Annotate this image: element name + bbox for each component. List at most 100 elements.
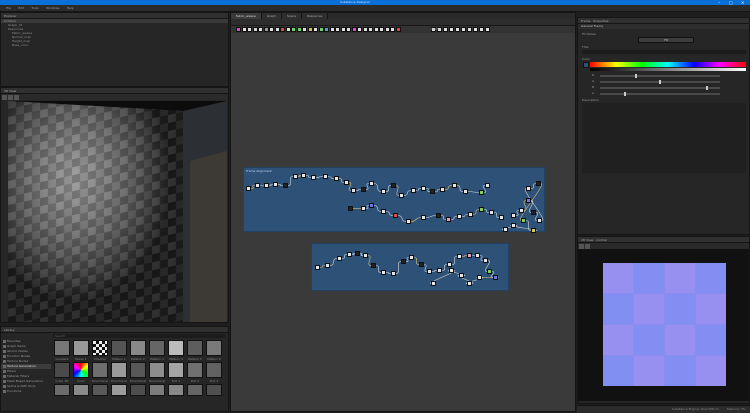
library-thumbnail[interactable] xyxy=(149,362,165,378)
node-wire xyxy=(461,255,468,257)
library-thumbnail[interactable] xyxy=(168,362,184,378)
value-bar[interactable] xyxy=(590,68,746,71)
channel-label: R xyxy=(592,73,595,77)
color-channel-rows: RGBA xyxy=(578,73,749,97)
node-wire xyxy=(385,211,394,216)
node-wire xyxy=(523,200,527,211)
node-wire xyxy=(472,209,480,215)
library-thumbnail[interactable] xyxy=(149,384,165,396)
slider-handle[interactable] xyxy=(623,92,626,96)
slider-handle[interactable] xyxy=(706,86,709,90)
library-category-label: Atomic Nodes xyxy=(7,349,28,353)
folder-icon xyxy=(3,365,6,368)
library-thumbnail[interactable] xyxy=(73,384,89,396)
slider-handle[interactable] xyxy=(635,74,638,78)
menu-edit[interactable]: Edit xyxy=(18,5,24,11)
library-category-label: Mesh Based Generators xyxy=(7,379,43,383)
view-2d-panel: 2D View - normal xyxy=(577,236,750,404)
slider-handle[interactable] xyxy=(659,80,661,84)
library-thumbnail[interactable] xyxy=(92,384,108,396)
channel-label: B xyxy=(592,85,595,89)
node-wire xyxy=(397,215,407,222)
library-category-label: Functions xyxy=(7,389,22,393)
channel-slider[interactable] xyxy=(600,74,720,78)
viewport-toolbar xyxy=(1,94,228,100)
node-wire xyxy=(440,215,447,220)
library-thumbnail[interactable] xyxy=(206,362,222,378)
channel-slider[interactable] xyxy=(600,92,720,96)
library-thumbnail[interactable] xyxy=(54,384,70,396)
library-thumbnail[interactable] xyxy=(206,340,222,356)
node-wire xyxy=(315,176,324,178)
node-wire xyxy=(415,188,422,191)
node-wire xyxy=(403,190,412,196)
menu-file[interactable]: File xyxy=(6,5,11,11)
node-wire xyxy=(520,183,542,221)
view-2d-canvas[interactable] xyxy=(578,249,749,401)
library-category[interactable]: Functions xyxy=(1,389,51,394)
node-wire xyxy=(287,176,294,186)
node-wire xyxy=(268,184,274,186)
library-search-input[interactable]: Search xyxy=(53,334,225,338)
library-thumbnail[interactable] xyxy=(168,340,184,356)
node-wire xyxy=(367,255,372,266)
library-thumbnail[interactable] xyxy=(54,340,70,356)
description-input[interactable] xyxy=(582,103,746,173)
library-thumbnail[interactable] xyxy=(92,362,108,378)
viewport-tool-icon[interactable] xyxy=(8,95,13,100)
viewport-canvas[interactable] xyxy=(8,101,227,322)
node-wire xyxy=(482,185,487,193)
library-thumbnail-label: Dirt 1 xyxy=(171,379,181,383)
library-thumbnail[interactable] xyxy=(54,362,70,378)
folder-icon xyxy=(3,390,6,393)
hue-bar[interactable] xyxy=(590,62,746,67)
library-thumbnail-label: Pattern 2 xyxy=(131,357,145,361)
viewport-tool-icon[interactable] xyxy=(2,95,7,100)
properties-section-header[interactable]: General Frame xyxy=(578,24,749,29)
status-engine: Substance Engine: Direct3D 11 xyxy=(672,407,719,411)
library-thumbnail[interactable] xyxy=(73,362,89,378)
library-thumbnail[interactable] xyxy=(149,340,165,356)
channel-slider[interactable] xyxy=(600,86,720,90)
node-wire xyxy=(375,265,382,273)
library-thumbnail-label: Pattern 4 xyxy=(169,357,183,361)
library-thumbnail[interactable] xyxy=(130,384,146,396)
library-thumbnail[interactable] xyxy=(111,340,127,356)
description-label: Description xyxy=(582,98,600,102)
menu-tools[interactable]: Tools xyxy=(31,5,38,11)
folder-icon xyxy=(3,360,6,363)
node-wire xyxy=(467,191,480,193)
fabric-render-image xyxy=(8,101,227,322)
node-wire xyxy=(434,189,441,192)
viewport-tool-icon[interactable] xyxy=(14,95,19,100)
node-wire xyxy=(413,257,420,265)
node-wire xyxy=(395,185,400,196)
library-thumbnail[interactable] xyxy=(73,340,89,356)
color-swatch[interactable] xyxy=(583,62,589,68)
channel-slider[interactable] xyxy=(600,80,720,84)
library-thumbnail[interactable] xyxy=(206,384,222,396)
menu-help[interactable]: Help xyxy=(67,5,74,11)
fit-button[interactable]: Fit xyxy=(638,37,694,43)
library-thumbnail[interactable] xyxy=(187,340,203,356)
explorer-row[interactable]: Base_color xyxy=(1,43,228,47)
node-wire xyxy=(319,265,326,268)
menu-windows[interactable]: Windows xyxy=(46,5,59,11)
library-thumbnail-label: Cube 3D xyxy=(55,379,69,383)
library-thumbnail[interactable] xyxy=(92,340,108,356)
node-wire xyxy=(493,212,500,218)
properties-panel: Frame - Properties General Frame Fit Nod… xyxy=(577,17,750,235)
viewport-3d-panel: 3D View xyxy=(0,87,229,323)
library-thumbnail[interactable] xyxy=(187,362,203,378)
library-thumbnail[interactable] xyxy=(130,340,146,356)
library-thumbnail[interactable] xyxy=(130,362,146,378)
library-category-label: Spline & Path Tools xyxy=(7,384,36,388)
node-wire xyxy=(456,185,464,192)
title-input[interactable] xyxy=(582,50,746,54)
library-thumbnail[interactable] xyxy=(168,384,184,396)
folder-icon xyxy=(3,350,6,353)
node-wire xyxy=(305,175,312,178)
library-thumbnail[interactable] xyxy=(111,384,127,396)
library-thumbnail[interactable] xyxy=(111,362,127,378)
library-thumbnail[interactable] xyxy=(187,384,203,396)
